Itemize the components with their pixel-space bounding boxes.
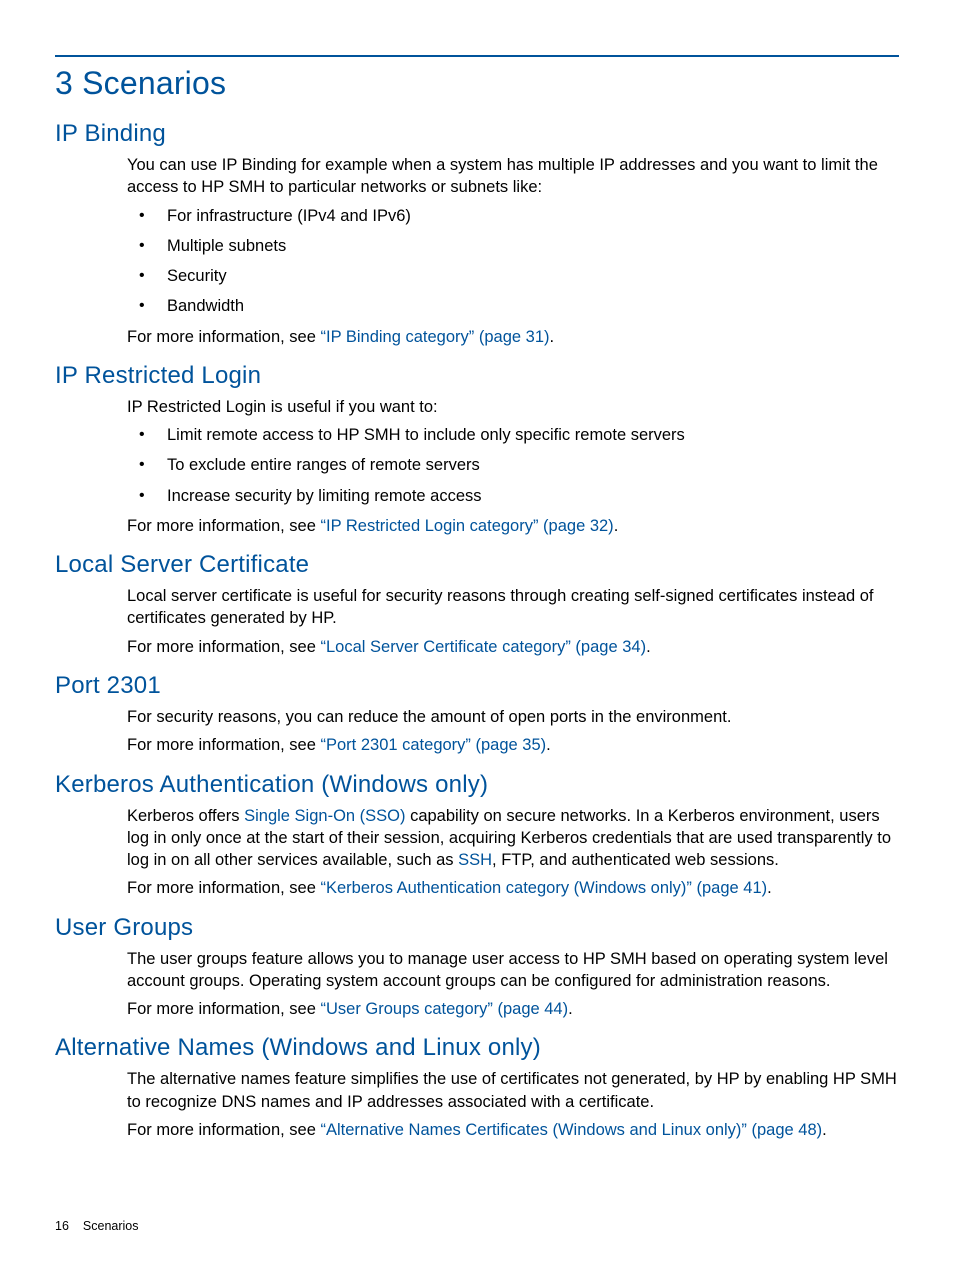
text: .: [767, 879, 772, 897]
paragraph: Kerberos offers Single Sign-On (SSO) cap…: [127, 805, 899, 872]
cross-reference-link[interactable]: “Local Server Certificate category” (pag…: [321, 638, 647, 656]
text: For more information, see: [127, 879, 321, 897]
text: For more information, see: [127, 517, 321, 535]
more-info: For more information, see “IP Restricted…: [127, 515, 899, 537]
section-body-user-groups: The user groups feature allows you to ma…: [127, 948, 899, 1021]
bullet-list: For infrastructure (IPv4 and IPv6) Multi…: [127, 205, 899, 318]
section-title-user-groups: User Groups: [55, 914, 899, 942]
cross-reference-link[interactable]: “Kerberos Authentication category (Windo…: [321, 879, 768, 897]
more-info: For more information, see “Kerberos Auth…: [127, 877, 899, 899]
cross-reference-link[interactable]: “Port 2301 category” (page 35): [321, 736, 547, 754]
cross-reference-link[interactable]: “Alternative Names Certificates (Windows…: [321, 1121, 823, 1139]
page-footer: 16 Scenarios: [55, 1219, 139, 1233]
list-item: Security: [127, 265, 899, 287]
list-item: Increase security by limiting remote acc…: [127, 485, 899, 507]
list-item: Limit remote access to HP SMH to include…: [127, 424, 899, 446]
text: For more information, see: [127, 1121, 321, 1139]
list-item: Bandwidth: [127, 295, 899, 317]
text: Kerberos offers: [127, 807, 244, 825]
text: .: [614, 517, 619, 535]
text: .: [546, 736, 551, 754]
section-body-ip-restricted: IP Restricted Login is useful if you wan…: [127, 396, 899, 537]
cross-reference-link[interactable]: “User Groups category” (page 44): [321, 1000, 569, 1018]
paragraph: For security reasons, you can reduce the…: [127, 706, 899, 728]
section-title-port-2301: Port 2301: [55, 672, 899, 700]
paragraph: Local server certificate is useful for s…: [127, 585, 899, 630]
chapter-title: 3 Scenarios: [55, 55, 899, 102]
cross-reference-link[interactable]: “IP Binding category” (page 31): [321, 328, 550, 346]
section-body-port-2301: For security reasons, you can reduce the…: [127, 706, 899, 757]
glossary-link-sso[interactable]: Single Sign-On (SSO): [244, 807, 405, 825]
paragraph: IP Restricted Login is useful if you wan…: [127, 396, 899, 418]
bullet-list: Limit remote access to HP SMH to include…: [127, 424, 899, 507]
more-info: For more information, see “Alternative N…: [127, 1119, 899, 1141]
paragraph: The alternative names feature simplifies…: [127, 1068, 899, 1113]
list-item: Multiple subnets: [127, 235, 899, 257]
list-item: To exclude entire ranges of remote serve…: [127, 454, 899, 476]
section-body-local-cert: Local server certificate is useful for s…: [127, 585, 899, 658]
text: For more information, see: [127, 1000, 321, 1018]
paragraph: The user groups feature allows you to ma…: [127, 948, 899, 993]
more-info: For more information, see “User Groups c…: [127, 998, 899, 1020]
text: For more information, see: [127, 638, 321, 656]
more-info: For more information, see “IP Binding ca…: [127, 326, 899, 348]
text: , FTP, and authenticated web sessions.: [492, 851, 779, 869]
text: For more information, see: [127, 328, 321, 346]
section-title-ip-binding: IP Binding: [55, 120, 899, 148]
section-body-kerberos: Kerberos offers Single Sign-On (SSO) cap…: [127, 805, 899, 900]
list-item: For infrastructure (IPv4 and IPv6): [127, 205, 899, 227]
section-title-alt-names: Alternative Names (Windows and Linux onl…: [55, 1034, 899, 1062]
page-label: Scenarios: [83, 1219, 139, 1233]
section-body-ip-binding: You can use IP Binding for example when …: [127, 154, 899, 348]
paragraph: You can use IP Binding for example when …: [127, 154, 899, 199]
more-info: For more information, see “Port 2301 cat…: [127, 734, 899, 756]
section-title-local-cert: Local Server Certificate: [55, 551, 899, 579]
glossary-link-ssh[interactable]: SSH: [458, 851, 492, 869]
section-title-ip-restricted: IP Restricted Login: [55, 362, 899, 390]
text: .: [646, 638, 651, 656]
cross-reference-link[interactable]: “IP Restricted Login category” (page 32): [321, 517, 614, 535]
text: .: [550, 328, 555, 346]
more-info: For more information, see “Local Server …: [127, 636, 899, 658]
section-title-kerberos: Kerberos Authentication (Windows only): [55, 771, 899, 799]
text: .: [822, 1121, 827, 1139]
section-body-alt-names: The alternative names feature simplifies…: [127, 1068, 899, 1141]
text: For more information, see: [127, 736, 321, 754]
page-number: 16: [55, 1219, 69, 1233]
text: .: [568, 1000, 573, 1018]
